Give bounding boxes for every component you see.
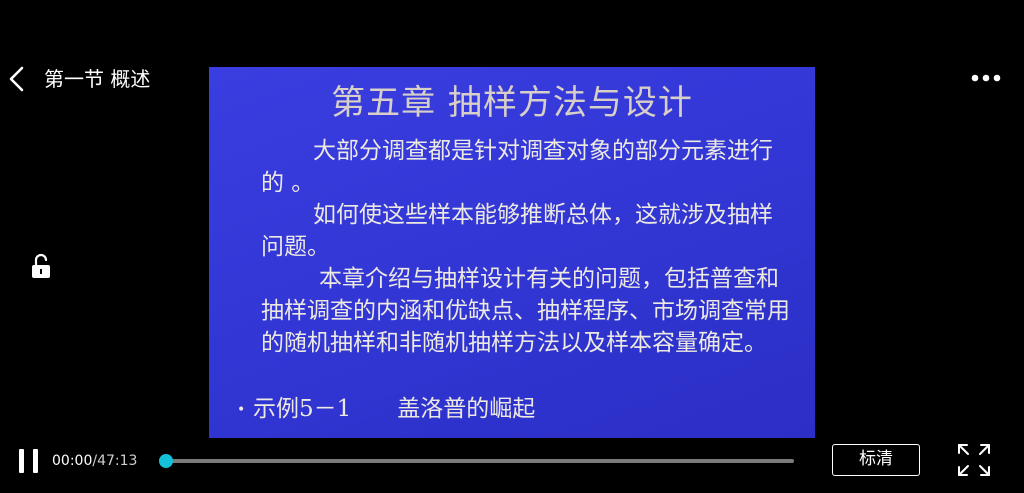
more-horizontal-icon [971,74,1001,82]
progress-bar[interactable] [159,454,794,468]
fullscreen-icon [958,444,990,476]
slide-paragraph: 本章介绍与抽样设计有关的问题，包括普查和抽样调查的内涵和优缺点、抽样程序、市场调… [261,266,790,356]
bullet-text: 盖洛普的崛起 [397,396,536,422]
pause-icon [19,449,38,473]
progress-thumb[interactable] [159,454,173,468]
screen-lock-button[interactable] [28,252,54,280]
current-time: 00:00 [52,453,93,469]
slide-paragraph: 如何使这些样本能够推断总体，这就涉及抽样问题。 [261,202,773,260]
slide-body: 大部分调查都是针对调查对象的部分元素进行的 。 如何使这些样本能够推断总体，这就… [261,135,791,359]
fullscreen-button[interactable] [956,442,992,478]
pause-button[interactable] [14,444,44,478]
back-button[interactable] [4,62,30,96]
video-frame[interactable]: 第五章 抽样方法与设计 大部分调查都是针对调查对象的部分元素进行的 。 如何使这… [209,67,815,438]
time-display: 00:00/47:13 [52,450,137,472]
slide-bullet: • 示例5－1 盖洛普的崛起 [237,389,535,423]
total-time: /47:13 [92,453,138,469]
slide-paragraph: 大部分调查都是针对调查对象的部分元素进行的 。 [261,138,773,196]
more-options-button[interactable] [966,64,1006,92]
bullet-label: 示例5－1 [253,396,352,422]
video-player: 第一节 概述 第五章 抽样方法与设计 大部分调查都是针对调查对象的部分元素进行的… [0,0,1024,493]
bullet-marker: • [237,402,246,418]
quality-button[interactable]: 标清 [832,444,920,476]
video-title: 第一节 概述 [44,67,151,91]
slide-title: 第五章 抽样方法与设计 [331,83,693,123]
chevron-left-icon [9,66,24,92]
unlock-icon [32,253,50,278]
